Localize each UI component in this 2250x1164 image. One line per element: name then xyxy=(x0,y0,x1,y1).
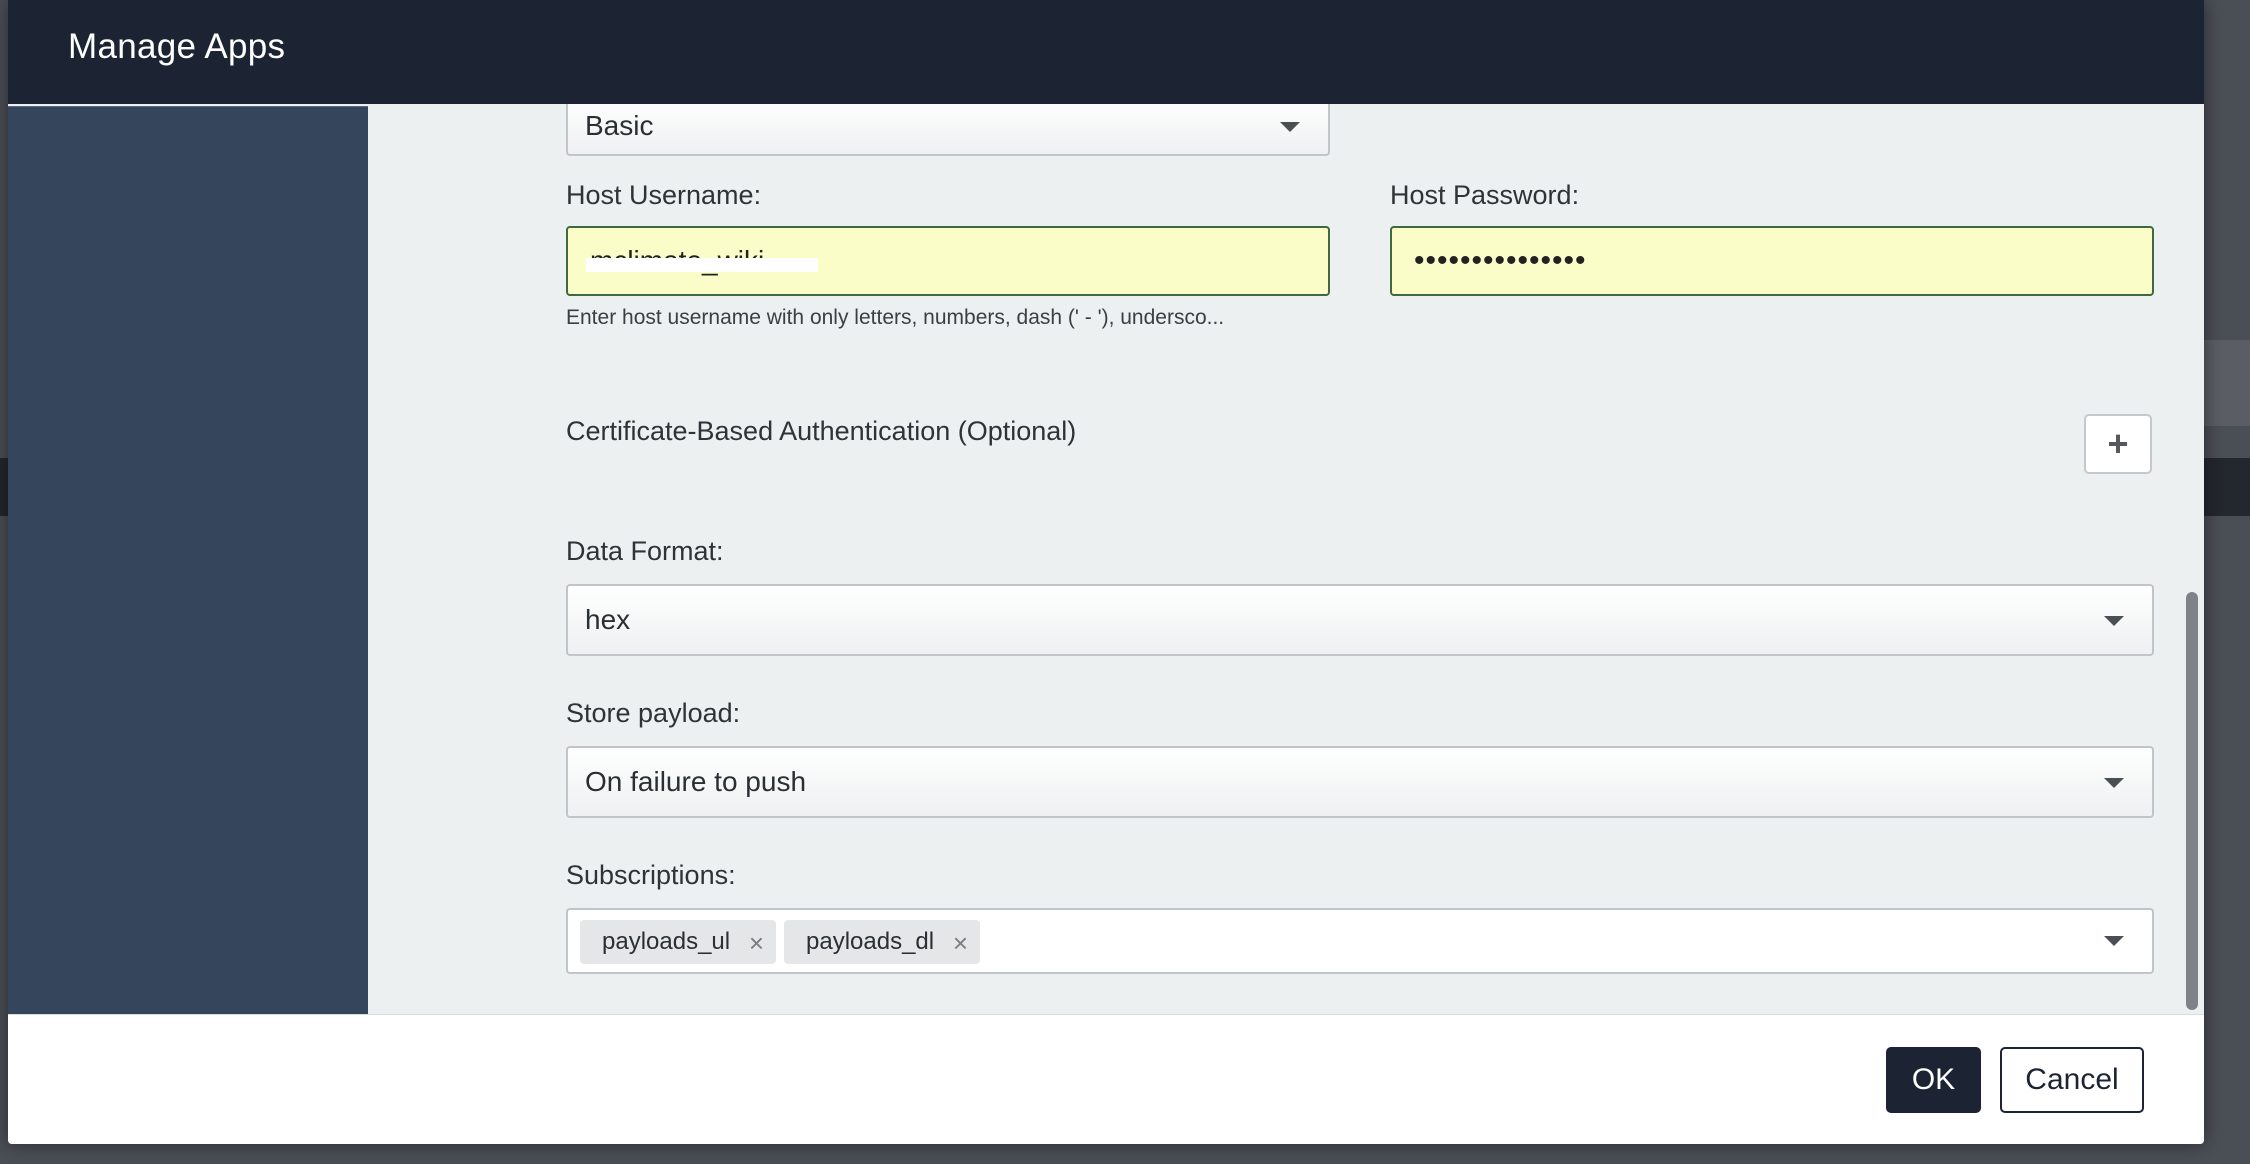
modal-title: Manage Apps xyxy=(68,27,286,66)
subscription-tag-payloads-dl: payloads_dl × xyxy=(784,920,980,964)
background-element xyxy=(0,458,8,516)
modal-body: Basic Host Username: mclimate_wiki Enter… xyxy=(368,104,2204,1014)
store-payload-label: Store payload: xyxy=(566,698,741,728)
modal-header: Manage Apps xyxy=(8,0,2204,104)
plus-icon: + xyxy=(2107,423,2129,464)
chevron-down-icon xyxy=(1280,122,1300,132)
host-password-label: Host Password: xyxy=(1390,180,1580,210)
auth-type-select[interactable]: Basic xyxy=(566,104,1330,156)
scrollbar-thumb[interactable] xyxy=(2186,592,2198,1010)
subscriptions-label: Subscriptions: xyxy=(566,860,736,890)
remove-tag-icon[interactable]: × xyxy=(749,928,764,959)
redaction-mark xyxy=(586,258,818,272)
host-username-input[interactable]: mclimate_wiki xyxy=(566,226,1330,296)
data-format-select[interactable]: hex xyxy=(566,584,2154,656)
remove-tag-icon[interactable]: × xyxy=(953,928,968,959)
store-payload-value: On failure to push xyxy=(585,766,807,797)
tag-label: payloads_ul xyxy=(602,928,731,955)
subscription-tag-payloads-ul: payloads_ul × xyxy=(580,920,776,964)
chevron-down-icon xyxy=(2104,616,2124,626)
host-password-input[interactable]: ••••••••••••••• xyxy=(1390,226,2154,296)
subscriptions-multiselect[interactable]: payloads_ul × payloads_dl × xyxy=(566,908,2154,974)
modal-footer: OK Cancel xyxy=(8,1014,2204,1144)
host-username-hint: Enter host username with only letters, n… xyxy=(566,306,1225,329)
ok-button[interactable]: OK xyxy=(1886,1047,1981,1113)
host-username-label: Host Username: xyxy=(566,180,762,210)
host-password-value: ••••••••••••••• xyxy=(1414,244,1587,277)
auth-type-value: Basic xyxy=(585,110,654,141)
tag-label: payloads_dl xyxy=(806,928,935,955)
data-format-value: hex xyxy=(585,604,631,635)
certificate-auth-label: Certificate-Based Authentication (Option… xyxy=(566,416,1077,446)
data-format-label: Data Format: xyxy=(566,536,724,566)
chevron-down-icon xyxy=(2104,936,2124,946)
modal-sidebar xyxy=(8,106,368,1014)
manage-apps-modal: Manage Apps Basic Host Username: mclimat… xyxy=(8,0,2204,1144)
background-element xyxy=(2204,458,2250,516)
cancel-button[interactable]: Cancel xyxy=(2000,1047,2144,1113)
add-certificate-button[interactable]: + xyxy=(2084,414,2152,474)
background-element xyxy=(2204,340,2250,426)
chevron-down-icon xyxy=(2104,778,2124,788)
store-payload-select[interactable]: On failure to push xyxy=(566,746,2154,818)
